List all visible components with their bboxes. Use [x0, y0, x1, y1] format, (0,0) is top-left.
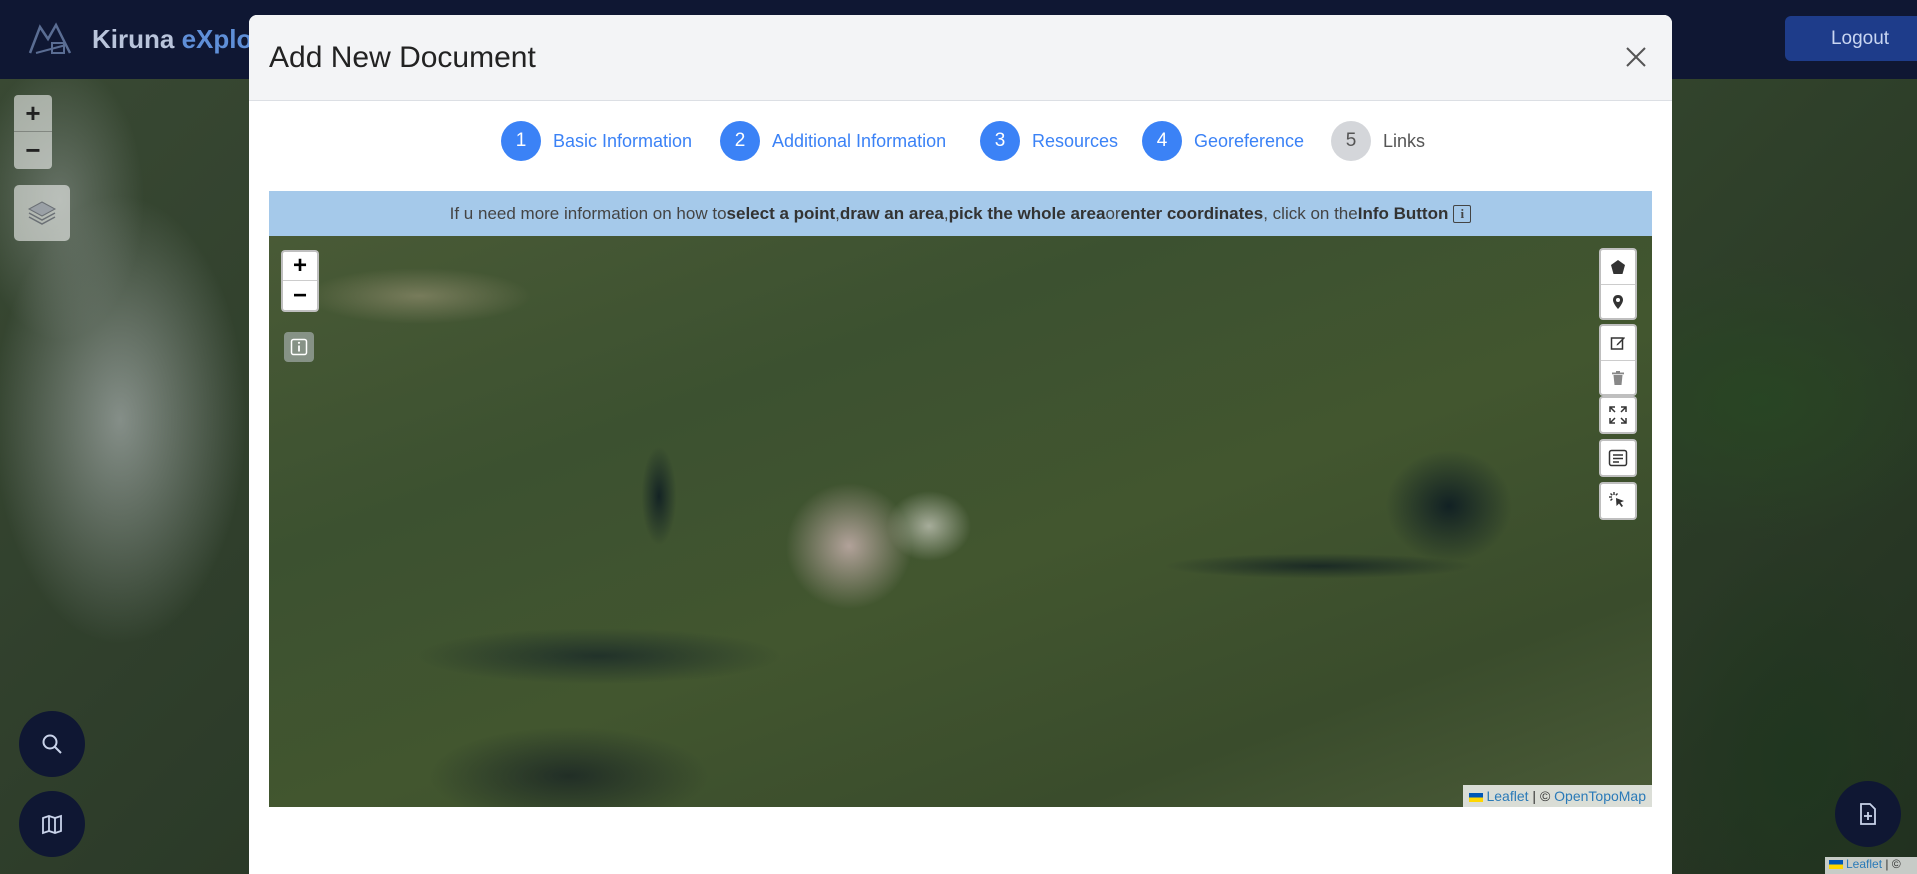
- pick-whole-area-button[interactable]: [1599, 482, 1637, 520]
- brand[interactable]: Kiruna eXplore: [26, 16, 277, 62]
- fullscreen-icon: [1609, 406, 1627, 424]
- text-box-icon: [1608, 449, 1628, 467]
- close-button[interactable]: [1618, 39, 1654, 75]
- trash-icon: [1612, 370, 1624, 385]
- stepper: 1 Basic Information 2 Additional Informa…: [249, 121, 1672, 161]
- step-number: 3: [980, 121, 1020, 161]
- file-plus-icon: [1860, 803, 1876, 825]
- step-number: 4: [1142, 121, 1182, 161]
- cursor-click-icon: [1609, 492, 1624, 507]
- enter-coordinates-button[interactable]: [1599, 439, 1637, 477]
- ukraine-flag-icon: [1829, 860, 1843, 870]
- background-zoom-in-button[interactable]: +: [14, 95, 52, 132]
- ukraine-flag-icon: [1469, 792, 1484, 802]
- map-zoom-control: + −: [281, 250, 319, 312]
- close-icon: [1626, 47, 1646, 67]
- modal-header: Add New Document: [249, 15, 1672, 101]
- step-number: 2: [720, 121, 760, 161]
- background-zoom-control: + −: [14, 95, 52, 169]
- step-label: Georeference: [1194, 130, 1305, 151]
- map-zoom-out-button[interactable]: −: [283, 281, 317, 310]
- edit-icon: [1610, 337, 1625, 350]
- kiruna-logo-icon: [28, 22, 72, 54]
- layers-icon: [27, 201, 57, 225]
- polygon-icon: [1611, 260, 1625, 274]
- add-document-button[interactable]: [1835, 781, 1901, 847]
- step-label: Links: [1383, 130, 1426, 151]
- info-banner: If u need more information on how to sel…: [269, 191, 1652, 236]
- background-attribution: Leaflet | ©: [1825, 857, 1917, 874]
- modal-title: Add New Document: [269, 41, 536, 74]
- step-resources[interactable]: 3 Resources: [980, 121, 1118, 161]
- logout-button[interactable]: Logout: [1785, 16, 1917, 61]
- fullscreen-button[interactable]: [1599, 396, 1637, 434]
- step-number: 5: [1331, 121, 1371, 161]
- add-document-modal: Add New Document 1 Basic Information 2 A…: [249, 15, 1672, 874]
- step-additional-information[interactable]: 2 Additional Information: [720, 121, 946, 161]
- map-info-button[interactable]: [284, 332, 314, 362]
- background-zoom-out-button[interactable]: −: [14, 132, 52, 169]
- georeference-map[interactable]: + − Leaflet | © OpenTopoMap: [269, 236, 1652, 807]
- map-pin-icon: [1613, 294, 1623, 309]
- search-icon: [42, 734, 62, 754]
- delete-layers-button[interactable]: [1601, 360, 1635, 394]
- background-leaflet-link[interactable]: Leaflet: [1846, 857, 1882, 871]
- draw-marker-button[interactable]: [1601, 284, 1635, 318]
- map-zoom-in-button[interactable]: +: [283, 252, 317, 281]
- map-button[interactable]: [19, 791, 85, 857]
- draw-toolbar: [1599, 248, 1637, 320]
- map-icon: [42, 814, 62, 835]
- edit-layers-button[interactable]: [1601, 326, 1635, 360]
- step-basic-information[interactable]: 1 Basic Information: [501, 121, 692, 161]
- opentopomap-link[interactable]: OpenTopoMap: [1554, 788, 1646, 804]
- step-label: Additional Information: [772, 130, 947, 151]
- draw-polygon-button[interactable]: [1601, 250, 1635, 284]
- step-number: 1: [501, 121, 541, 161]
- step-georeference[interactable]: 4 Georeference: [1142, 121, 1304, 161]
- step-links[interactable]: 5 Links: [1331, 121, 1425, 161]
- map-attribution: Leaflet | © OpenTopoMap: [1463, 785, 1652, 807]
- edit-toolbar: [1599, 324, 1637, 396]
- leaflet-link[interactable]: Leaflet: [1486, 788, 1528, 804]
- search-button[interactable]: [19, 711, 85, 777]
- step-label: Resources: [1032, 130, 1119, 151]
- info-icon: [290, 338, 308, 356]
- info-glyph-icon: i: [1453, 204, 1472, 223]
- step-label: Basic Information: [553, 130, 693, 151]
- layers-button[interactable]: [14, 185, 70, 241]
